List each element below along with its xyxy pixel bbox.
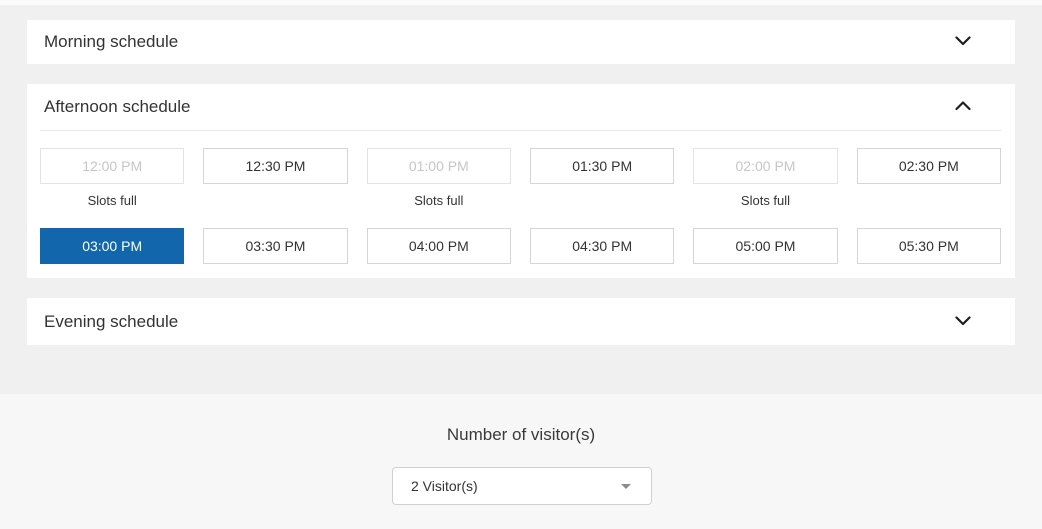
visitors-dropdown[interactable]: 2 Visitor(s) <box>392 467 652 505</box>
time-slot-02-00-pm: 02:00 PM <box>693 148 837 184</box>
morning-schedule-header[interactable]: Morning schedule <box>27 20 1015 64</box>
time-slot-05-00-pm[interactable]: 05:00 PM <box>693 228 837 264</box>
chevron-down-icon[interactable] <box>955 313 971 331</box>
visitors-panel: Number of visitor(s) 2 Visitor(s) <box>0 394 1042 529</box>
caret-down-icon <box>621 484 631 489</box>
slot-note <box>857 184 1001 228</box>
afternoon-slots-grid: 12:00 PM 12:30 PM 01:00 PM 01:30 PM 02:00 PM… <box>27 131 1015 264</box>
afternoon-schedule-title: Afternoon schedule <box>44 97 191 117</box>
visitors-dropdown-value: 2 Visitor(s) <box>411 478 478 494</box>
time-slot-01-30-pm[interactable]: 01:30 PM <box>530 148 674 184</box>
time-slot-12-30-pm[interactable]: 12:30 PM <box>203 148 347 184</box>
time-slot-01-00-pm: 01:00 PM <box>367 148 511 184</box>
slot-note: Slots full <box>40 184 184 228</box>
morning-schedule-section: Morning schedule <box>27 20 1015 64</box>
evening-schedule-section: Evening schedule <box>27 298 1015 345</box>
evening-schedule-title: Evening schedule <box>44 312 178 332</box>
top-edge <box>0 0 1042 5</box>
morning-schedule-title: Morning schedule <box>44 32 178 52</box>
time-slot-02-30-pm[interactable]: 02:30 PM <box>857 148 1001 184</box>
time-slot-04-30-pm[interactable]: 04:30 PM <box>530 228 674 264</box>
time-slot-04-00-pm[interactable]: 04:00 PM <box>367 228 511 264</box>
time-slot-12-00-pm: 12:00 PM <box>40 148 184 184</box>
chevron-down-icon[interactable] <box>955 33 971 51</box>
time-slot-03-30-pm[interactable]: 03:30 PM <box>203 228 347 264</box>
time-slot-03-00-pm[interactable]: 03:00 PM <box>40 228 184 264</box>
slot-note: Slots full <box>693 184 837 228</box>
afternoon-schedule-header[interactable]: Afternoon schedule <box>27 84 1015 130</box>
visitors-label: Number of visitor(s) <box>0 394 1042 445</box>
slot-note <box>530 184 674 228</box>
slot-note: Slots full <box>367 184 511 228</box>
evening-schedule-header[interactable]: Evening schedule <box>27 298 1015 345</box>
time-slot-05-30-pm[interactable]: 05:30 PM <box>857 228 1001 264</box>
afternoon-schedule-section: Afternoon schedule 12:00 PM 12:30 PM 01:00… <box>27 84 1015 278</box>
slot-note <box>203 184 347 228</box>
chevron-up-icon[interactable] <box>955 98 971 116</box>
